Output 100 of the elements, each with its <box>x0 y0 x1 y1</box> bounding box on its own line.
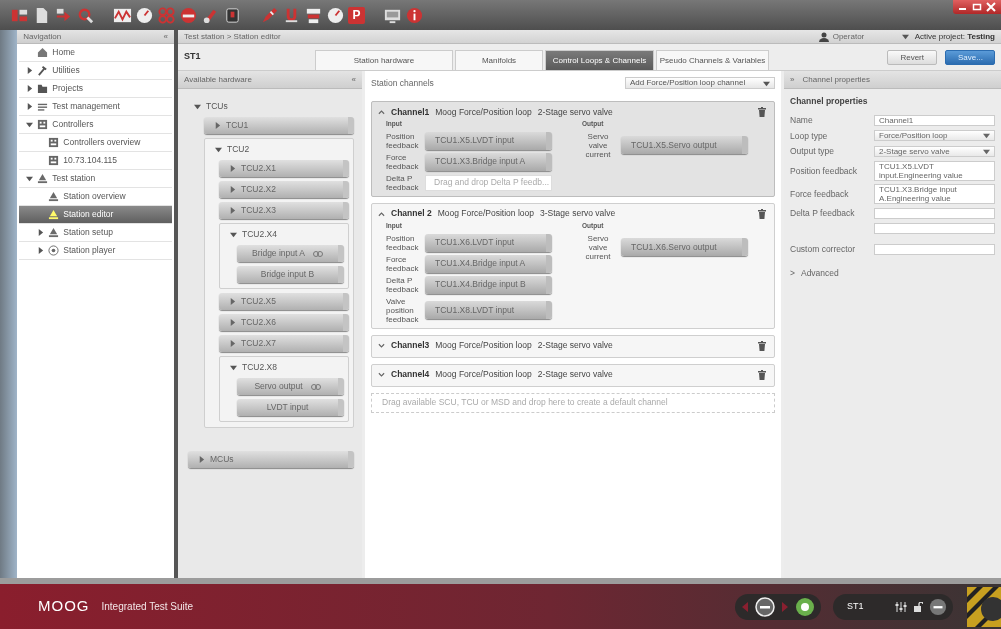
caret-right-icon[interactable] <box>25 85 33 92</box>
nav-item[interactable]: Station setup <box>19 224 172 242</box>
nav-item[interactable]: Controllers overview <box>19 134 172 152</box>
dropdown[interactable]: 2-Stage servo valve <box>874 146 995 158</box>
hardware-item[interactable]: TCU2.X3 <box>219 202 349 219</box>
chevron-down-icon[interactable] <box>378 371 385 378</box>
playback-control[interactable] <box>735 593 821 620</box>
caret-down-icon[interactable] <box>230 363 237 371</box>
nav-item[interactable]: Home <box>19 44 172 62</box>
caret-right-icon[interactable] <box>25 67 33 74</box>
info-icon[interactable] <box>405 5 424 25</box>
nav-item[interactable]: Test station <box>19 170 172 188</box>
collapse-button[interactable]: « <box>163 30 168 43</box>
hardware-item[interactable]: TCU2.X5 <box>219 293 349 310</box>
dropdown[interactable]: Force/Position loop <box>874 130 995 142</box>
caret-right-icon[interactable] <box>214 122 221 129</box>
nav-item[interactable]: Utilities <box>19 62 172 80</box>
caret-right-icon[interactable] <box>25 103 33 110</box>
gauge-icon[interactable] <box>326 5 345 25</box>
hardware-group-header[interactable]: TCU2.X8 <box>224 360 344 374</box>
nav-item[interactable]: Projects <box>19 80 172 98</box>
caret-right-icon[interactable] <box>229 319 236 326</box>
channel-card[interactable]: Channel3 Moog Force/Position loop 2-Stage servo valve <box>371 334 775 358</box>
caret-right-icon[interactable] <box>229 298 236 305</box>
caret-right-icon[interactable] <box>229 186 236 193</box>
hardware-item[interactable]: TCU2.X7 <box>219 335 349 352</box>
trash-icon[interactable] <box>758 340 766 351</box>
channel-card[interactable] <box>371 202 775 329</box>
signal-slot[interactable]: TCU1.X5.LVDT input <box>425 131 552 150</box>
add-channel-dropdown[interactable]: Add Force/Position loop channel <box>625 77 775 89</box>
user-dropdown[interactable]: Operator <box>818 30 909 43</box>
signal-slot[interactable]: TCU1.X3.Bridge input A <box>425 152 552 171</box>
chevron-up-icon[interactable] <box>378 210 385 217</box>
caret-right-icon[interactable] <box>36 229 44 236</box>
trash-icon[interactable] <box>758 208 766 219</box>
tab[interactable]: Control Loops & Channels <box>545 50 654 70</box>
save-button[interactable]: Save... <box>945 49 995 65</box>
input-field[interactable]: Channel1 <box>874 114 995 126</box>
nav-item[interactable]: 10.73.104.115 <box>19 152 172 170</box>
gauge-icon[interactable] <box>135 5 154 25</box>
signal-slot[interactable]: TCU1.X4.Bridge input B <box>425 275 552 294</box>
tab[interactable]: Pseudo Channels & Variables <box>656 50 769 70</box>
caret-down-icon[interactable] <box>901 33 909 40</box>
caret-right-icon[interactable] <box>229 207 236 214</box>
channel-card[interactable] <box>371 101 775 197</box>
revert-button[interactable]: Revert <box>887 49 937 65</box>
hardware-item[interactable]: TCU2.X2 <box>219 181 349 198</box>
caret-down-icon[interactable] <box>25 175 33 182</box>
maximize-icon[interactable] <box>971 2 983 12</box>
record-icon[interactable] <box>179 5 198 25</box>
signal-slot[interactable]: TCU1.X6.Servo output <box>621 238 748 256</box>
caret-down-icon[interactable] <box>194 102 201 110</box>
caret-down-icon[interactable] <box>763 79 770 87</box>
caret-down-icon[interactable] <box>25 121 33 128</box>
hardware-item[interactable]: Bridge input B <box>237 266 344 283</box>
trash-icon[interactable] <box>758 369 766 380</box>
minus-icon[interactable] <box>755 596 775 617</box>
nav-item[interactable]: Station player <box>19 242 172 260</box>
channel-card[interactable]: Channel4 Moog Force/Position loop 2-Stage servo valve <box>371 363 775 387</box>
expand-button[interactable]: » <box>790 73 795 86</box>
lock-icon[interactable] <box>913 601 923 612</box>
chevron-up-icon[interactable] <box>378 109 385 115</box>
caret-right-icon[interactable] <box>36 247 44 254</box>
toolbar-button[interactable]: P <box>348 6 365 24</box>
emergency-stop-icon[interactable] <box>967 586 1001 627</box>
collapse-button[interactable]: « <box>351 73 356 86</box>
hardware-item[interactable]: Servo output <box>237 378 344 395</box>
text-area[interactable]: TCU1.X3.Bridge input A.Engineering value <box>874 184 995 204</box>
caret-down-icon[interactable] <box>215 145 222 153</box>
trash-icon[interactable] <box>758 107 766 117</box>
input-field[interactable] <box>874 222 995 234</box>
hardware-item[interactable]: MCUs <box>188 451 354 468</box>
signal-slot[interactable]: TCU1.X5.Servo output <box>621 136 748 155</box>
hardware-group-header[interactable]: TCU2.X4 <box>224 227 344 241</box>
caret-right-icon[interactable] <box>198 456 205 463</box>
pen-icon[interactable] <box>260 5 279 25</box>
caret-right-icon[interactable] <box>229 165 236 172</box>
tab[interactable]: Station hardware <box>315 50 453 70</box>
nav-item[interactable]: Test management <box>19 98 172 116</box>
text-area[interactable]: TCU1.X5.LVDT input.Engineering value <box>874 161 995 181</box>
nav-item[interactable]: Controllers <box>19 116 172 134</box>
hardware-group-header[interactable]: TCUs <box>188 99 354 113</box>
tab[interactable]: Manifolds <box>455 50 543 70</box>
chevron-down-icon[interactable] <box>378 342 385 349</box>
stop-icon[interactable] <box>223 5 242 25</box>
hardware-item[interactable]: LVDT input <box>237 399 344 416</box>
minus-icon[interactable] <box>929 597 947 616</box>
signal-slot[interactable]: TCU1.X4.Bridge input A <box>425 254 552 273</box>
hardware-group-header[interactable]: TCU2 <box>209 142 349 156</box>
signal-slot[interactable]: TCU1.X8.LVDT input <box>425 301 552 319</box>
close-icon[interactable] <box>985 2 997 12</box>
hardware-item[interactable]: TCU2.X6 <box>219 314 349 331</box>
nav-item[interactable]: Station editor <box>19 206 172 224</box>
advanced-toggle[interactable]: > Advanced <box>790 258 995 280</box>
hardware-item[interactable]: TCU1 <box>204 117 354 134</box>
input-field[interactable] <box>874 243 995 255</box>
hardware-item[interactable]: TCU2.X1 <box>219 160 349 177</box>
caret-right-icon[interactable] <box>229 340 236 347</box>
sliders-icon[interactable] <box>895 601 907 612</box>
caret-down-icon[interactable] <box>230 230 237 238</box>
